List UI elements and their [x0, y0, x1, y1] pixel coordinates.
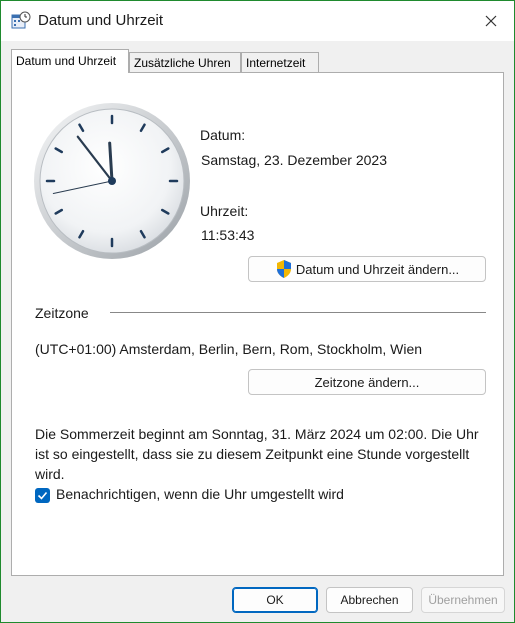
change-timezone-button[interactable]: Zeitzone ändern... — [248, 369, 486, 395]
timezone-separator — [110, 312, 486, 313]
ok-button[interactable]: OK — [232, 587, 318, 613]
window-title: Datum und Uhrzeit — [38, 12, 164, 29]
analog-clock — [34, 103, 190, 259]
tab-panel: Datum: Samstag, 23. Dezember 2023 Uhrzei… — [11, 72, 504, 576]
uac-shield-icon — [276, 260, 291, 278]
close-icon — [485, 15, 497, 27]
apply-button[interactable]: Übernehmen — [421, 587, 505, 613]
time-label: Uhrzeit: — [200, 203, 249, 219]
cancel-button[interactable]: Abbrechen — [326, 587, 413, 613]
timezone-value: (UTC+01:00) Amsterdam, Berlin, Bern, Rom… — [35, 341, 423, 357]
change-date-time-label: Datum und Uhrzeit ändern... — [295, 261, 460, 277]
change-date-time-button[interactable]: Datum und Uhrzeit ändern... — [248, 256, 486, 282]
dst-info-text: Die Sommerzeit beginnt am Sonntag, 31. M… — [35, 426, 479, 482]
tab-additional-clocks[interactable]: Zusätzliche Uhren — [129, 52, 241, 72]
notify-checkbox[interactable] — [35, 488, 50, 503]
tab-internet-time[interactable]: Internetzeit — [241, 52, 319, 72]
checkmark-icon — [37, 491, 48, 500]
close-button[interactable] — [471, 5, 511, 37]
time-value: 11:53:43 — [201, 227, 255, 243]
title-bar: Datum und Uhrzeit — [1, 1, 514, 41]
calendar-clock-icon — [11, 11, 31, 29]
date-label: Datum: — [200, 127, 246, 143]
timezone-heading: Zeitzone — [35, 305, 89, 321]
date-time-dialog: Datum und Uhrzeit Datum und Uhrzeit Zusä… — [0, 0, 515, 623]
date-value: Samstag, 23. Dezember 2023 — [201, 152, 387, 168]
notify-checkbox-label[interactable]: Benachrichtigen, wenn die Uhr umgestellt… — [56, 486, 344, 502]
tab-date-time[interactable]: Datum und Uhrzeit — [11, 49, 129, 73]
